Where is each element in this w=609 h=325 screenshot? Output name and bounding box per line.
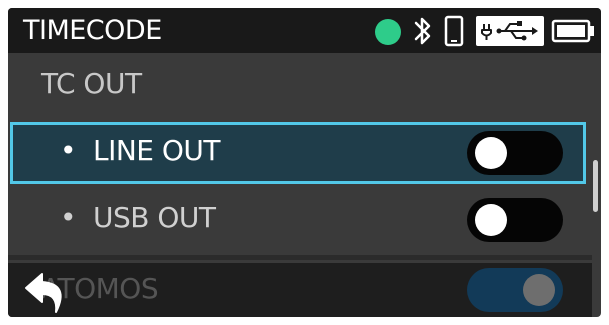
toggle-knob — [475, 137, 507, 169]
back-arrow-icon[interactable] — [14, 264, 76, 317]
line-out-label: LINE OUT — [93, 134, 221, 167]
usb-power-icon — [476, 16, 544, 46]
status-indicator — [375, 19, 401, 45]
toggle-knob — [475, 204, 507, 236]
toggle-knob — [523, 274, 555, 306]
phone-icon — [444, 15, 464, 47]
header-bar: TIMECODE — [8, 8, 601, 53]
list-divider — [8, 255, 592, 260]
section-title: TC OUT — [41, 67, 142, 100]
atomos-toggle[interactable] — [467, 268, 563, 312]
scrollbar[interactable] — [593, 160, 598, 212]
battery-icon — [551, 19, 594, 43]
atomos-row[interactable]: ATOMOS — [8, 263, 592, 317]
bullet: • — [60, 201, 77, 234]
usb-out-label: USB OUT — [93, 201, 216, 234]
line-out-toggle[interactable] — [467, 131, 563, 175]
bluetooth-icon — [414, 17, 431, 45]
page-title: TIMECODE — [23, 15, 162, 46]
bullet: • — [60, 134, 77, 167]
device-screen: TIMECODE TC OUT • LINE OUT • USB OUT ATO… — [8, 8, 601, 317]
usb-out-toggle[interactable] — [467, 198, 563, 242]
usb-out-row[interactable]: • USB OUT — [8, 188, 592, 250]
line-out-row[interactable]: • LINE OUT — [10, 122, 586, 184]
